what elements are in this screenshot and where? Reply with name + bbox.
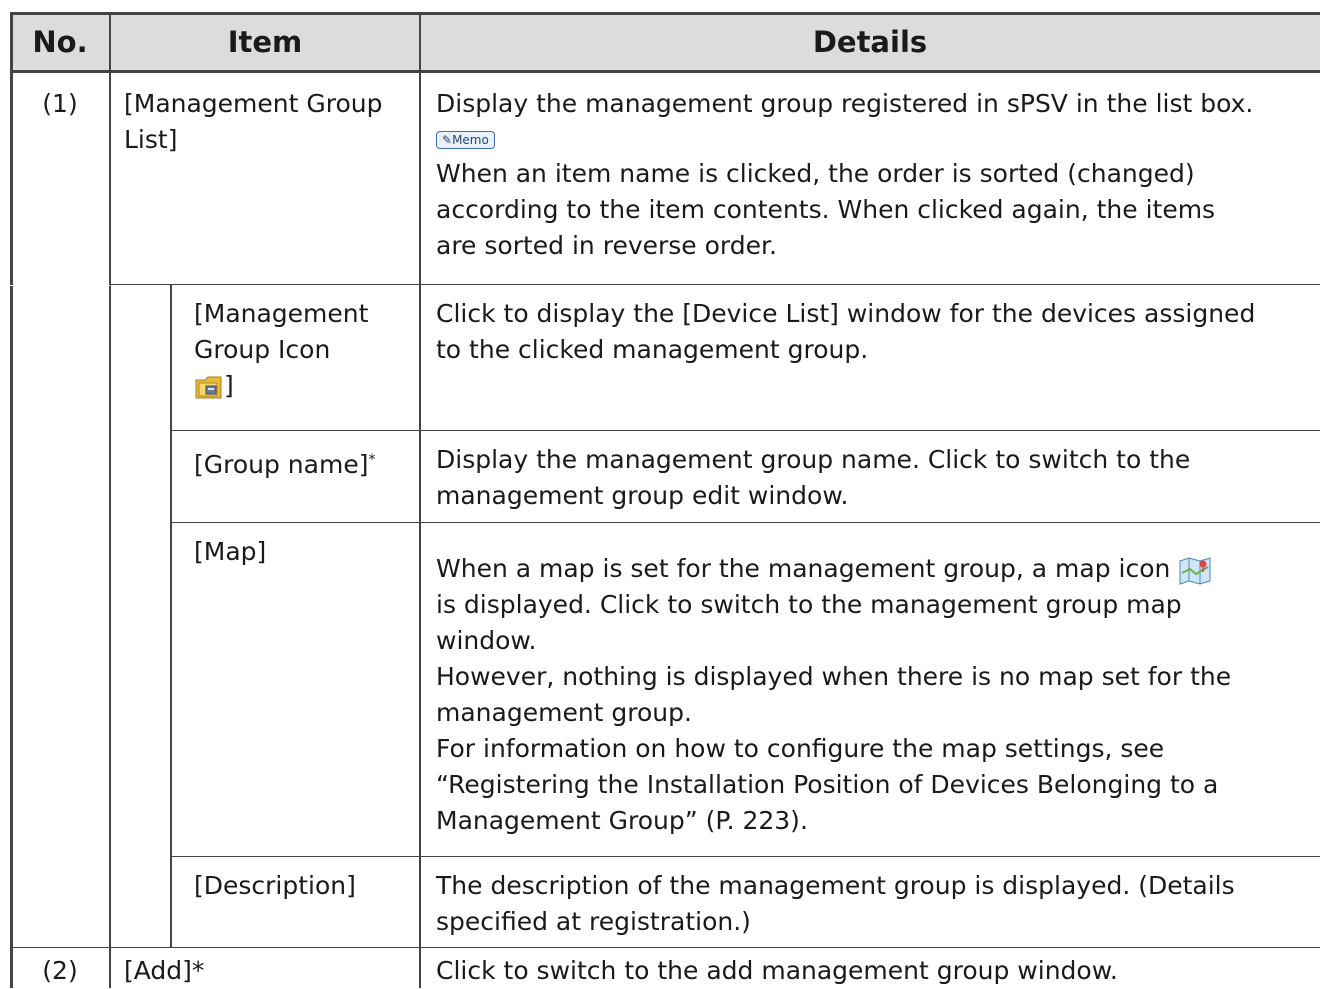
item-name: [Map]	[194, 537, 267, 566]
detail-line: Display the management group name. Click…	[436, 445, 1191, 474]
detail-line: Management Group” (P. 223).	[436, 806, 808, 835]
detail-line: The description of the management group …	[436, 871, 1235, 900]
item-line: Group Icon	[194, 335, 331, 364]
item-column-divider	[419, 12, 421, 988]
table-top-border	[10, 12, 1320, 15]
item-line: [Management	[194, 299, 369, 328]
item-bracket: ]	[224, 371, 234, 400]
detail-line: Click to display the [Device List] windo…	[436, 299, 1256, 328]
detail-line: management group.	[436, 698, 692, 727]
item-details: The description of the management group …	[436, 868, 1320, 940]
row-divider	[110, 284, 1320, 285]
item-label: [Group name]	[194, 450, 369, 479]
item-line: List]	[124, 125, 178, 154]
column-header-item: Item	[227, 25, 303, 59]
memo-row: ✎Memo	[436, 122, 1320, 156]
detail-text: When a map is set for the management gro…	[436, 554, 1171, 583]
item-details: When a map is set for the management gro…	[436, 551, 1320, 839]
detail-line: window.	[436, 626, 537, 655]
map-icon	[1179, 557, 1211, 585]
pencil-icon: ✎	[442, 133, 453, 147]
folder-icon	[195, 376, 222, 399]
memo-badge: ✎Memo	[436, 131, 495, 149]
detail-line: are sorted in reverse order.	[436, 231, 777, 260]
settings-table: No. Item Details (1) [Management Group L…	[0, 0, 1320, 988]
item-name: [Management Group Icon ]	[194, 296, 414, 404]
item-name: [Description]	[194, 871, 356, 900]
spacer	[10, 285, 110, 286]
row-divider	[171, 856, 1320, 857]
detail-line: However, nothing is displayed when there…	[436, 662, 1232, 691]
item-name: [Group name]*	[194, 442, 414, 483]
row-divider	[10, 947, 1320, 948]
subitem-indent-divider	[170, 285, 172, 948]
item-details: Click to switch to the add management gr…	[436, 956, 1118, 985]
column-header-no: No.	[32, 25, 88, 59]
detail-line: For information on how to configure the …	[436, 734, 1165, 763]
item-name: [Management Group List]	[124, 86, 414, 158]
item-line: [Management Group	[124, 89, 383, 118]
table-left-border	[10, 12, 13, 988]
detail-line: management group edit window.	[436, 481, 849, 510]
column-header-details: Details	[812, 25, 928, 59]
no-column-divider	[109, 12, 111, 988]
detail-line: is displayed. Click to switch to the man…	[436, 590, 1182, 619]
detail-line: Display the management group registered …	[436, 89, 1254, 118]
item-details: Click to display the [Device List] windo…	[436, 296, 1320, 368]
detail-line: When a map is set for the management gro…	[436, 551, 1320, 587]
row-divider	[171, 430, 1320, 431]
row-divider	[171, 522, 1320, 523]
header-bottom-border	[10, 70, 1320, 73]
detail-line: to the clicked management group.	[436, 335, 869, 364]
memo-label: Memo	[452, 133, 489, 147]
item-details: Display the management group registered …	[436, 86, 1320, 264]
required-mark: *	[368, 452, 376, 468]
item-details: Display the management group name. Click…	[436, 442, 1320, 514]
detail-line: specified at registration.)	[436, 907, 751, 936]
detail-line: When an item name is clicked, the order …	[436, 159, 1195, 188]
row-number: (1)	[42, 89, 78, 118]
row-number: (2)	[42, 956, 78, 985]
item-name: [Add]*	[124, 956, 205, 985]
detail-line: “Registering the Installation Position o…	[436, 770, 1219, 799]
item-line: ]	[194, 368, 414, 404]
detail-line: according to the item contents. When cli…	[436, 195, 1216, 224]
